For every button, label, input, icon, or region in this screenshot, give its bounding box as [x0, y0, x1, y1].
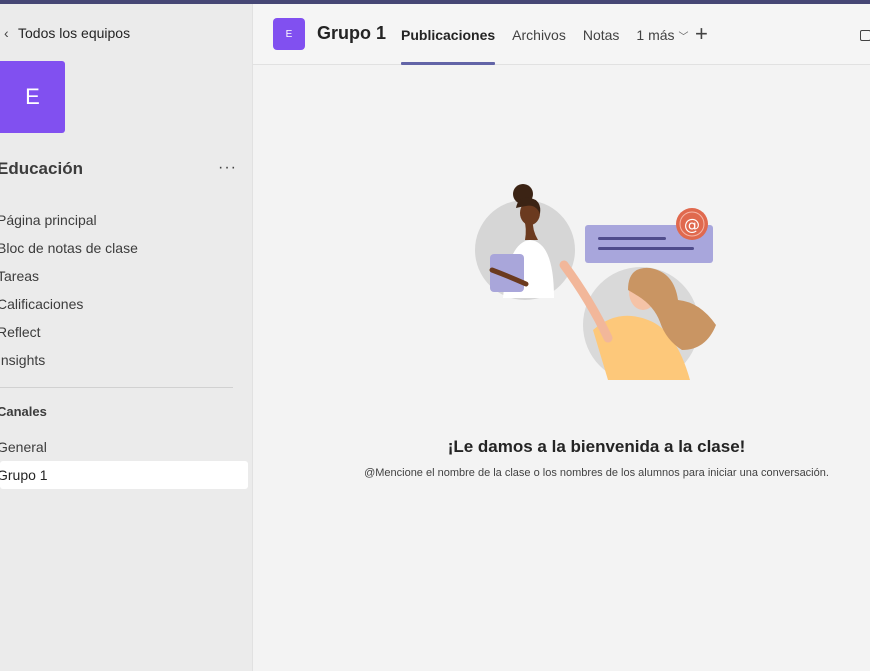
nav-item-tareas[interactable]: Tareas [0, 262, 248, 290]
square-icon[interactable] [860, 30, 870, 41]
more-options-icon[interactable]: ··· [218, 159, 237, 177]
nav-item-reflect[interactable]: Reflect [0, 318, 248, 346]
channel-title: Grupo 1 [317, 23, 387, 43]
welcome-illustration: @ [475, 184, 716, 380]
channel-list: General Grupo 1 [0, 433, 248, 489]
tab-publicaciones[interactable]: Publicaciones [401, 4, 496, 65]
channel-header: E Grupo 1 Publicaciones Archivos Notas 1… [253, 4, 870, 65]
sidebar-divider [0, 387, 233, 388]
tab-notas[interactable]: Notas [583, 4, 620, 65]
channel-avatar-initial: E [285, 28, 293, 40]
channels-heading: Canales [0, 404, 47, 419]
channel-item-label: Grupo 1 [0, 467, 48, 483]
team-avatar[interactable]: E [0, 61, 65, 133]
channel-posts-area: @ ¡Le damos a la bienvenida a la clase! … [253, 65, 870, 671]
team-avatar-initial: E [25, 84, 40, 109]
tab-label: Publicaciones [401, 27, 496, 43]
back-label: Todos los equipos [18, 25, 131, 41]
message-line-2 [598, 247, 694, 250]
at-sign-icon: @ [684, 215, 700, 234]
nav-item-calificaciones[interactable]: Calificaciones [0, 290, 248, 318]
tab-more-dropdown[interactable]: 1 más ﹀ [636, 4, 688, 65]
team-nav-list: Página principal Bloc de notas de clase … [0, 206, 248, 374]
welcome-subtitle: @Mencione el nombre de la clase o los no… [364, 467, 829, 479]
message-line-1 [598, 237, 666, 240]
chevron-down-icon: ﹀ [678, 32, 689, 43]
add-tab-plus-icon[interactable]: + [695, 21, 708, 47]
back-to-all-teams-link[interactable]: ‹ Todos los equipos [4, 22, 130, 44]
channel-tabs: Publicaciones Archivos Notas 1 más ﹀ [401, 4, 706, 65]
tab-label: Notas [582, 27, 620, 43]
nav-item-bloc-de-notas[interactable]: Bloc de notas de clase [0, 234, 248, 262]
chevron-left-icon: ‹ [4, 25, 9, 41]
team-sidebar: ‹ Todos los equipos E Educación ··· Pági… [0, 4, 253, 671]
channel-item-general[interactable]: General [0, 433, 248, 461]
channel-item-grupo-1[interactable]: Grupo 1 [0, 461, 248, 489]
nav-item-pagina-principal[interactable]: Página principal [0, 206, 248, 234]
tab-label: Archivos [512, 27, 566, 43]
tab-label: 1 más [636, 27, 675, 43]
channel-avatar: E [273, 18, 305, 50]
team-name: Educación [0, 159, 83, 178]
tab-archivos[interactable]: Archivos [512, 4, 566, 65]
nav-item-insights[interactable]: Insights [0, 346, 248, 374]
welcome-title: ¡Le damos a la bienvenida a la clase! [447, 437, 746, 456]
